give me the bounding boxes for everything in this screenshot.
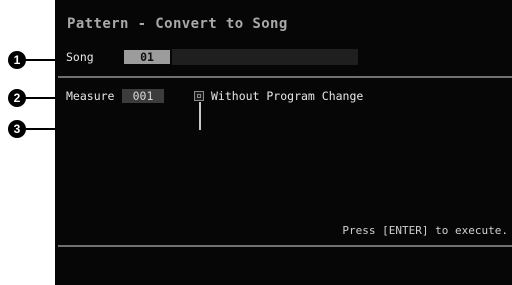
execute-hint: Press [ENTER] to execute.	[342, 224, 508, 237]
song-label: Song	[66, 50, 94, 64]
without-program-change-label: Without Program Change	[211, 89, 364, 103]
without-program-change-checkbox[interactable]	[194, 91, 204, 101]
measure-field[interactable]: 001	[122, 89, 164, 103]
song-number-field[interactable]: 01	[124, 50, 170, 64]
measure-label: Measure	[66, 89, 115, 103]
page-title: Pattern - Convert to Song	[67, 16, 288, 32]
lcd-screen: Pattern - Convert to Song Song 01 Measur…	[55, 0, 512, 285]
song-name-bar	[172, 49, 358, 65]
divider-bottom	[58, 245, 512, 247]
divider-top	[58, 76, 512, 78]
callout-3-leader-v	[199, 102, 201, 130]
